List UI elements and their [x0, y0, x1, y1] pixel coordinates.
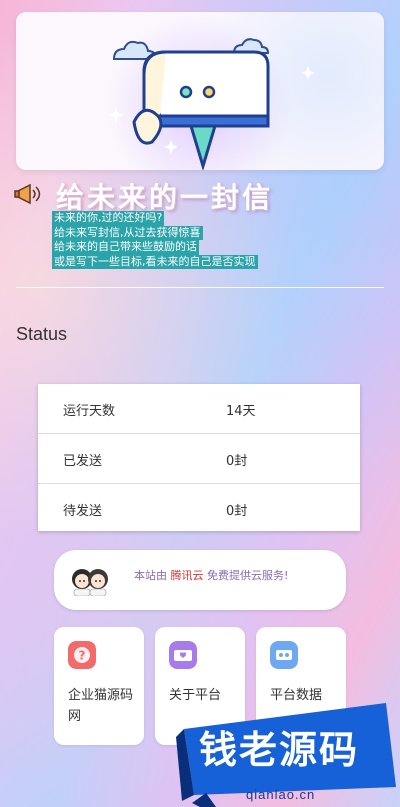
- intro-line: 给未来写封信,从过去获得惊喜: [52, 225, 203, 240]
- status-heading: Status: [16, 324, 68, 344]
- divider: [16, 287, 384, 288]
- watermark-text: 钱老源码: [199, 728, 360, 772]
- sponsor-text: 本站由 腾讯云 免费提供云服务!: [134, 567, 288, 583]
- sponsor-prefix: 本站由: [134, 569, 167, 582]
- sponsor-brand-link[interactable]: 腾讯云: [171, 569, 204, 582]
- mailbox-illustration: [108, 38, 315, 170]
- heart-card-icon: [169, 641, 197, 669]
- hero-banner: [16, 12, 384, 170]
- card-enterprise-cat[interactable]: ? 企业猫源码网: [54, 627, 144, 745]
- stat-row-pending: 待发送 0封: [38, 484, 360, 533]
- stat-value: 0封: [226, 504, 248, 519]
- watermark-url: qianlao.cn: [246, 787, 316, 802]
- svg-text:?: ?: [79, 649, 86, 663]
- stat-row-running-days: 运行天数 14天: [38, 384, 360, 434]
- stat-row-sent: 已发送 0封: [38, 434, 360, 484]
- intro-line: 或是写下一些目标,看未来的自己是否实现: [52, 254, 258, 269]
- sponsor-suffix: 免费提供云服务!: [207, 569, 289, 582]
- megaphone-icon: [14, 183, 41, 205]
- couple-avatar-icon: [72, 569, 108, 596]
- stat-label: 待发送: [63, 504, 103, 519]
- card-label: 企业猫源码网: [68, 688, 134, 724]
- title-row: 给未来的一封信: [14, 176, 394, 214]
- data-icon: [270, 641, 298, 669]
- question-icon: ?: [68, 641, 96, 669]
- stat-label: 运行天数: [63, 404, 116, 419]
- intro-line: 给未来的自己带来些鼓励的话: [52, 240, 199, 255]
- stat-value: 0封: [226, 454, 248, 469]
- page-title: 给未来的一封信: [56, 181, 274, 214]
- stat-value: 14天: [226, 404, 256, 419]
- intro-lines: 未来的你,过的还好吗? 给未来写封信,从过去获得惊喜 给未来的自己带来些鼓励的话…: [52, 211, 258, 269]
- status-table: 运行天数 14天 已发送 0封 待发送 0封: [38, 384, 360, 531]
- stat-label: 已发送: [63, 454, 103, 469]
- sponsor-banner[interactable]: 本站由 腾讯云 免费提供云服务!: [54, 550, 346, 610]
- intro-line: 未来的你,过的还好吗?: [52, 211, 165, 226]
